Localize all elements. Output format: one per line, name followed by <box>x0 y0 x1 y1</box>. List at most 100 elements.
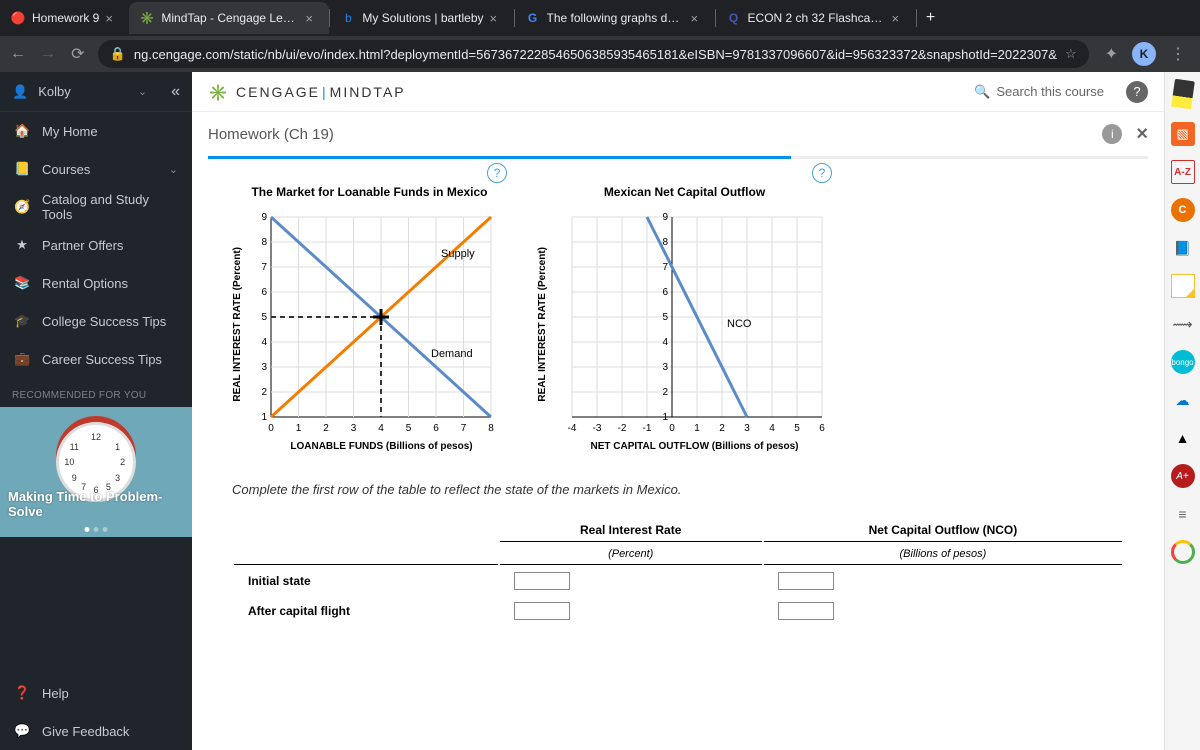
aplus-icon[interactable]: A+ <box>1171 464 1195 488</box>
favicon-icon: 🔴 <box>10 10 26 26</box>
answer-table: Real Interest Rate Net Capital Outflow (… <box>232 517 1124 627</box>
nav-label: Help <box>42 686 69 701</box>
user-menu[interactable]: 👤 Kolby ⌄ « <box>0 72 192 112</box>
close-icon[interactable]: × <box>105 11 119 25</box>
svg-text:5: 5 <box>406 423 412 434</box>
section-header: RECOMMENDED FOR YOU <box>0 378 192 407</box>
after-nco-input[interactable] <box>778 602 834 620</box>
gdrive-icon[interactable]: ▲ <box>1171 426 1195 450</box>
initial-nco-input[interactable] <box>778 572 834 590</box>
close-icon[interactable]: × <box>305 11 319 25</box>
promo-title: Making Time to Problem-Solve <box>8 489 184 519</box>
col-header: Real Interest Rate <box>500 519 762 542</box>
browser-tab[interactable]: G The following graphs depict th × <box>515 2 715 34</box>
close-icon[interactable]: × <box>490 11 504 25</box>
svg-text:6: 6 <box>819 423 825 434</box>
nav-career-tips[interactable]: 💼 Career Success Tips <box>0 340 192 378</box>
star-icon[interactable]: ☆ <box>1065 46 1077 62</box>
chart-help-icon[interactable]: ? <box>812 163 832 183</box>
svg-text:6: 6 <box>662 287 668 298</box>
svg-text:5: 5 <box>794 423 800 434</box>
y-axis-label: REAL INTEREST RATE (Percent) <box>537 247 548 402</box>
svg-text:8: 8 <box>261 237 267 248</box>
nav-label: Partner Offers <box>42 238 123 253</box>
nav-partner-offers[interactable]: ★ Partner Offers <box>0 226 192 264</box>
nav-feedback[interactable]: 💬 Give Feedback <box>0 712 192 750</box>
browser-tab[interactable]: 🔴 Homework 9 × <box>0 2 129 34</box>
tab-title: Homework 9 <box>32 11 99 25</box>
notes-icon[interactable] <box>1171 274 1195 298</box>
svg-text:1: 1 <box>694 423 700 434</box>
favicon-icon: ✳️ <box>139 10 155 26</box>
info-icon[interactable]: i <box>1102 124 1122 144</box>
az-icon[interactable]: A-Z <box>1171 160 1195 184</box>
reload-button[interactable]: ⟳ <box>68 44 88 64</box>
close-icon[interactable]: × <box>1136 123 1148 146</box>
url-text: ng.cengage.com/static/nb/ui/evo/index.ht… <box>134 47 1057 62</box>
nco-chart: ? Mexican Net Capital Outflow REAL INTER… <box>537 185 832 452</box>
bongo-icon[interactable]: bongo <box>1171 350 1195 374</box>
back-button[interactable]: ← <box>8 44 28 64</box>
profile-avatar[interactable]: K <box>1132 42 1156 66</box>
new-tab-button[interactable]: + <box>917 4 945 32</box>
x-axis-label: LOANABLE FUNDS (Billions of pesos) <box>256 441 507 452</box>
outline-icon[interactable]: ≡ <box>1171 502 1195 526</box>
svg-text:7: 7 <box>662 262 668 273</box>
nav-label: Catalog and Study Tools <box>42 192 178 222</box>
nav-label: Courses <box>42 162 90 177</box>
circle-icon[interactable] <box>1171 540 1195 564</box>
row-label: Initial state <box>234 567 498 595</box>
browser-tab[interactable]: Q ECON 2 ch 32 Flashcards | Qu × <box>716 2 916 34</box>
after-rate-input[interactable] <box>514 602 570 620</box>
highlighter-icon[interactable] <box>1171 79 1195 110</box>
chevron-down-icon: ⌄ <box>169 163 178 176</box>
x-axis-label: NET CAPITAL OUTFLOW (Billions of pesos) <box>557 441 832 452</box>
initial-rate-input[interactable] <box>514 572 570 590</box>
browser-tab[interactable]: b My Solutions | bartleby × <box>330 2 513 34</box>
svg-text:3: 3 <box>351 423 357 434</box>
svg-text:3: 3 <box>261 362 267 373</box>
menu-icon[interactable]: ⋮ <box>1170 44 1186 64</box>
user-icon: 👤 <box>12 84 28 100</box>
y-axis-label: REAL INTEREST RATE (Percent) <box>232 247 243 402</box>
chart-help-icon[interactable]: ? <box>487 163 507 183</box>
svg-text:6: 6 <box>261 287 267 298</box>
books-icon: 📚 <box>14 275 30 291</box>
nav-rental[interactable]: 📚 Rental Options <box>0 264 192 302</box>
chart-svg[interactable]: NCO 123456789 -4-3-2-10123456 <box>552 209 832 439</box>
nav-help[interactable]: ❓ Help <box>0 674 192 712</box>
rss-icon[interactable]: ▧ <box>1171 122 1195 146</box>
nav-college-tips[interactable]: 🎓 College Success Tips <box>0 302 192 340</box>
favicon-icon: b <box>340 10 356 26</box>
collapse-sidebar-button[interactable]: « <box>171 83 180 101</box>
onedrive-icon[interactable]: ☁ <box>1171 388 1195 412</box>
svg-text:0: 0 <box>268 423 274 434</box>
svg-text:3: 3 <box>744 423 750 434</box>
nav-catalog[interactable]: 🧭 Catalog and Study Tools <box>0 188 192 226</box>
nav-my-home[interactable]: 🏠 My Home <box>0 112 192 150</box>
google-icon: G <box>525 10 541 26</box>
svg-text:3: 3 <box>662 362 668 373</box>
chevron-down-icon: ⌄ <box>138 85 147 98</box>
help-button[interactable]: ? <box>1126 81 1148 103</box>
close-icon[interactable]: × <box>691 11 705 25</box>
chegg-icon[interactable]: C <box>1171 198 1195 222</box>
chart-title: The Market for Loanable Funds in Mexico <box>232 185 507 199</box>
forward-button[interactable]: → <box>38 44 58 64</box>
url-input[interactable]: 🔒 ng.cengage.com/static/nb/ui/evo/index.… <box>98 40 1089 68</box>
book-icon[interactable]: 📘 <box>1171 236 1195 260</box>
svg-text:1: 1 <box>662 412 668 423</box>
search-course[interactable]: 🔍 Search this course <box>974 84 1104 100</box>
user-name: Kolby <box>38 84 128 99</box>
chart-svg[interactable]: Supply Demand 123456789 012345678 <box>247 209 507 439</box>
carousel-dots[interactable] <box>85 527 108 532</box>
browser-tab[interactable]: ✳️ MindTap - Cengage Learning × <box>129 2 329 34</box>
close-icon[interactable]: × <box>892 11 906 25</box>
nav-label: Rental Options <box>42 276 128 291</box>
extensions-icon[interactable]: ✦ <box>1105 44 1118 64</box>
promo-card[interactable]: 12 1 2 3 11 10 9 5 6 7 Making Time to Pr… <box>0 407 192 537</box>
nav-courses[interactable]: 📒 Courses ⌄ <box>0 150 192 188</box>
wand-icon[interactable]: ⟿ <box>1171 312 1195 336</box>
book-icon: 📒 <box>14 161 30 177</box>
search-placeholder: Search this course <box>996 84 1104 99</box>
